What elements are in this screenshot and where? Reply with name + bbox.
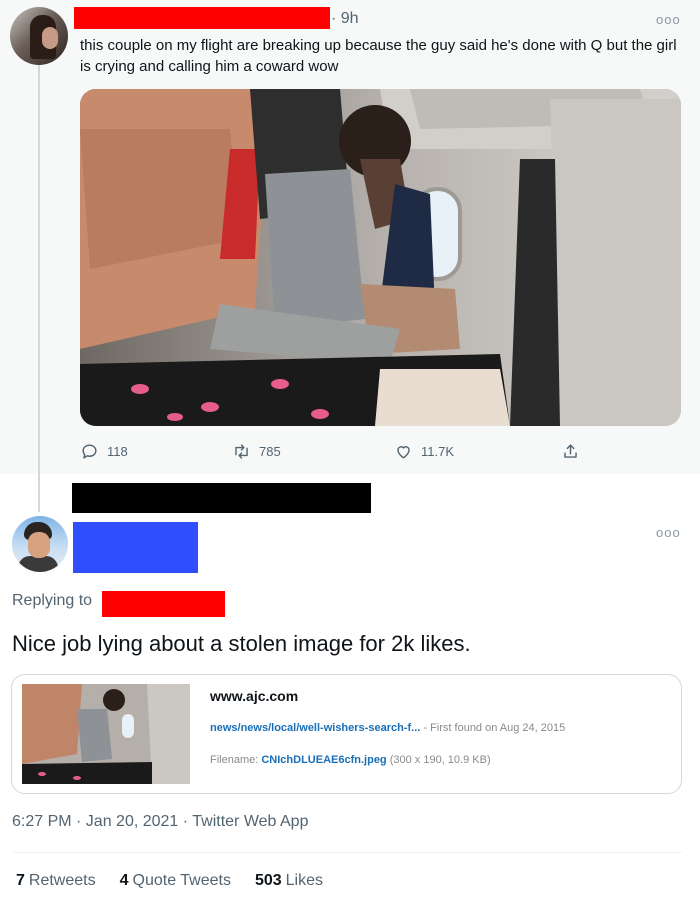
redacted-reply-username	[73, 522, 198, 573]
tweet-timestamp[interactable]: 6:27 PM · Jan 20, 2021 · Twitter Web App	[12, 813, 308, 831]
retweet-icon	[235, 444, 248, 459]
tweet-text: this couple on my flight are breaking up…	[80, 37, 677, 75]
avatar[interactable]	[12, 516, 68, 572]
engagement-stats: 7 Retweets 4 Quote Tweets 503 Likes	[16, 872, 323, 890]
redacted-username	[74, 7, 330, 29]
retweet-button[interactable]: 785	[232, 442, 281, 461]
redacted-mention	[102, 591, 225, 617]
like-button[interactable]: 11.7K	[394, 442, 454, 461]
card-filename-link[interactable]: CNIchDLUEAE6cfn.jpeg	[261, 754, 386, 766]
likes-stat[interactable]: 503 Likes	[255, 872, 323, 890]
reply-icon	[82, 444, 97, 459]
share-button[interactable]	[561, 442, 580, 461]
redacted-replying-context	[72, 483, 371, 513]
share-icon	[564, 444, 577, 458]
thread-line	[38, 474, 40, 512]
quote-tweets-stat[interactable]: 4 Quote Tweets	[120, 872, 231, 890]
reply-button[interactable]: 118	[80, 442, 128, 461]
reverse-image-search-card[interactable]: www.ajc.com news/news/local/well-wishers…	[11, 674, 682, 794]
retweets-stat[interactable]: 7 Retweets	[16, 872, 96, 890]
divider	[12, 852, 682, 853]
reply-text: Nice job lying about a stolen image for …	[12, 631, 471, 656]
card-domain[interactable]: www.ajc.com	[210, 688, 298, 704]
card-first-found: - First found on Aug 24, 2015	[420, 722, 566, 734]
more-icon[interactable]: ooo	[656, 525, 681, 540]
replying-to-label: Replying to	[12, 592, 93, 609]
card-thumbnail[interactable]	[22, 684, 190, 784]
retweet-count: 785	[259, 444, 281, 459]
thread-line	[38, 64, 40, 510]
card-filename-row: Filename: CNIchDLUEAE6cfn.jpeg (300 x 19…	[210, 754, 491, 766]
reply-count: 118	[107, 444, 128, 459]
like-icon	[397, 446, 410, 459]
card-source-link[interactable]: news/news/local/well-wishers-search-f...	[210, 722, 420, 734]
avatar[interactable]	[10, 7, 68, 65]
like-count: 11.7K	[421, 444, 455, 459]
tweet-photo[interactable]	[80, 89, 681, 426]
card-source-row: news/news/local/well-wishers-search-f...…	[210, 722, 565, 734]
more-icon[interactable]: ooo	[656, 12, 681, 27]
parent-tweet[interactable]: · 9h ooo this couple on my flight are br…	[0, 0, 700, 510]
replying-to-line: Replying to	[12, 592, 92, 610]
card-file-info: (300 x 190, 10.9 KB)	[386, 754, 491, 766]
tweet-time[interactable]: · 9h	[331, 10, 359, 28]
card-filename-label: Filename:	[210, 754, 262, 766]
